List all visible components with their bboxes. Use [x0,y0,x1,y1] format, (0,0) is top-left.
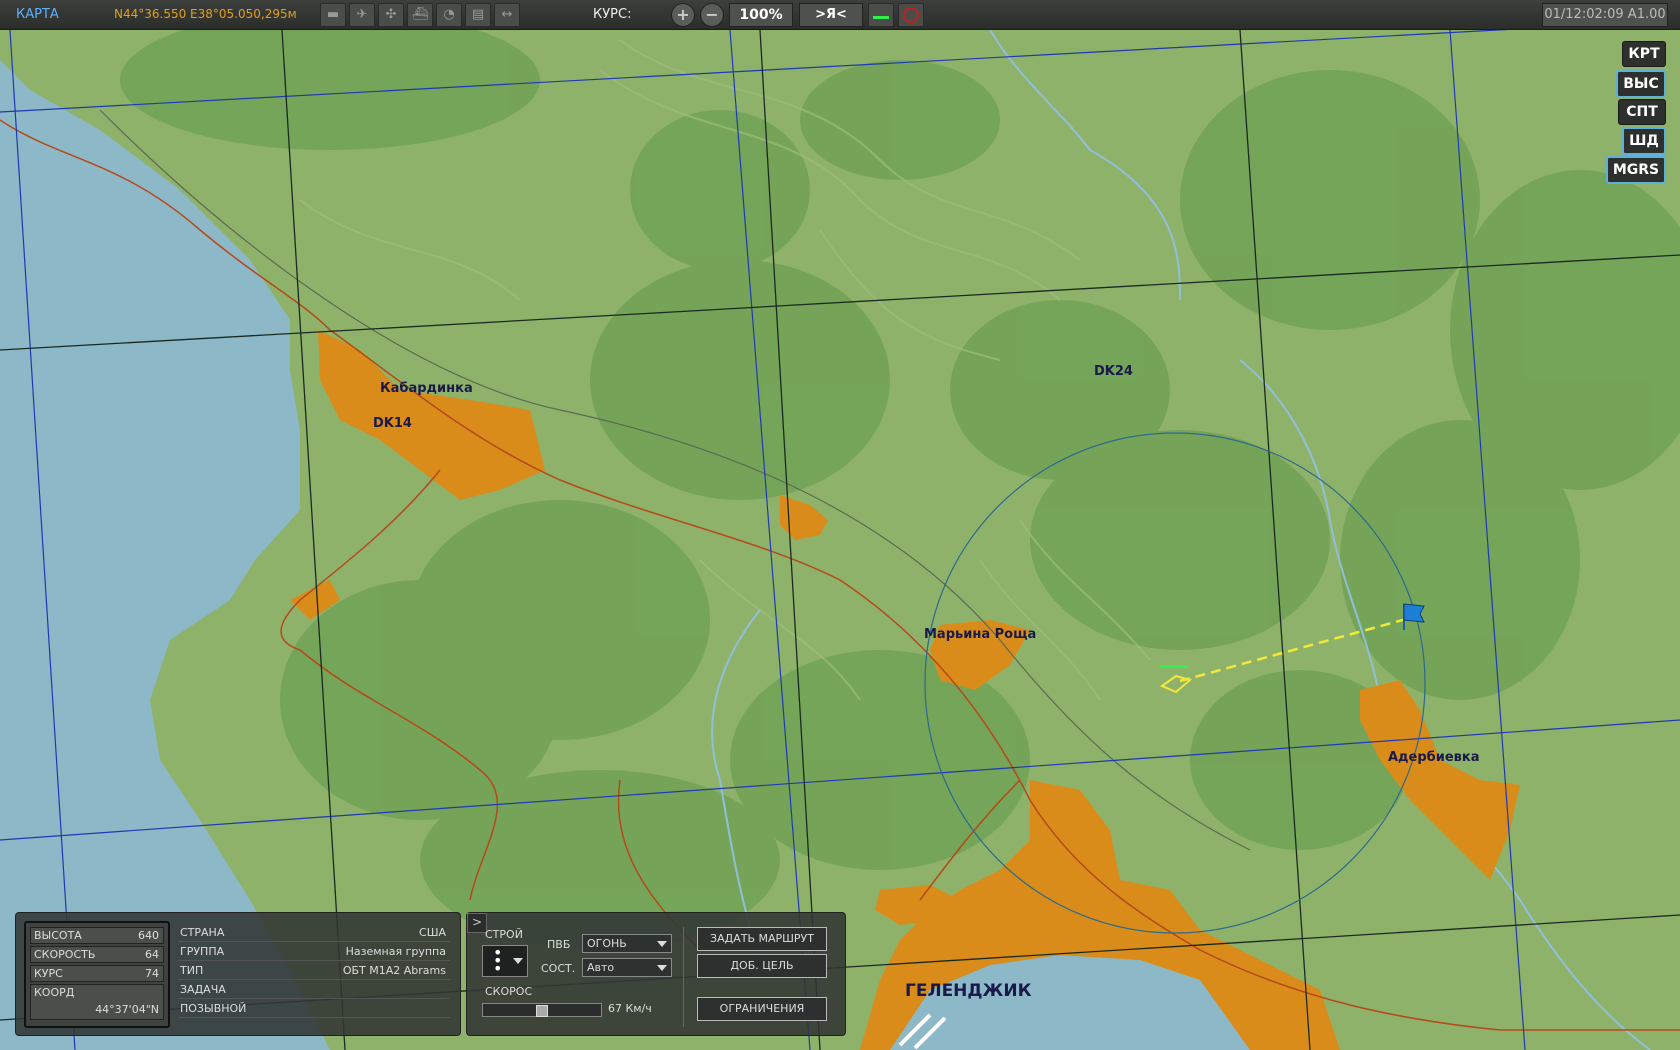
coord-value: 44°37'04"N [95,1003,159,1016]
stat-altitude: ВЫСОТА 640 [30,927,164,944]
speed-label: СКОРОС [485,985,533,998]
add-target-button[interactable]: ДОБ. ЦЕЛЬ [697,954,827,978]
cursor-coordinates: N44°36.550 E38°05.050,295м [114,7,297,21]
roe-value: ОГОНЬ [587,937,627,950]
map-mode-button[interactable]: КРТ [1622,41,1666,67]
formation-column-icon: • • • [493,943,503,978]
town-label-aderbievka: Адербиевка [1388,750,1480,765]
info-callsign: ПОЗЫВНОЙ [178,1001,450,1018]
formation-select[interactable]: • • • [482,945,528,977]
zoom-level[interactable]: 100% [729,3,793,27]
center-on-self-button[interactable]: >Я< [799,3,863,27]
stat-value: 64 [145,948,159,961]
speed-slider-thumb[interactable] [536,1005,548,1017]
message-icon[interactable]: ▤ [465,3,491,27]
top-toolbar: КАРТА N44°36.550 E38°05.050,295м ▬ ✈ ✣ ⛴… [0,0,1680,30]
info-label: ГРУППА [180,945,225,958]
info-value: ОБТ M1A2 Abrams [342,964,446,977]
divider [683,927,684,1027]
tank-icon[interactable]: ▬ [320,3,346,27]
chevron-down-icon [513,958,523,964]
state-select[interactable]: Авто [582,958,672,977]
plane-icon[interactable]: ✈ [349,3,375,27]
mode-label[interactable]: КАРТА [16,7,59,22]
stat-label: ВЫСОТА [34,929,82,942]
town-label-kabardinka: Кабардинка [380,381,473,396]
grid-label-dk14: DK14 [373,416,412,431]
info-label: ПОЗЫВНОЙ [180,1002,247,1015]
limits-button[interactable]: ОГРАНИЧЕНИЯ [697,997,827,1021]
info-task: ЗАДАЧА [178,982,450,999]
panel-toggle-button[interactable]: > [467,913,487,933]
stat-speed: СКОРОСТЬ 64 [30,946,164,963]
radar-icon[interactable]: ◔ [436,3,462,27]
info-label: ЗАДАЧА [180,983,226,996]
chevron-down-icon [657,941,667,947]
stat-value: 640 [138,929,159,942]
state-value: Авто [587,961,615,974]
ship-icon[interactable]: ⛴ [407,3,433,27]
info-country: СТРАНА США [178,925,450,942]
zoom-out-icon[interactable]: − [700,3,724,27]
stop-icon[interactable] [898,3,924,27]
stat-heading: КУРС 74 [30,965,164,982]
stat-label: КУРС [34,967,63,980]
ruler-icon[interactable]: ↔ [494,3,520,27]
map-canvas[interactable] [0,0,1680,1050]
grid-label-dk24: DK24 [1094,364,1133,379]
mission-time: 01/12:02:09 A1.00 [1542,3,1668,27]
state-label: СОСТ. [541,962,576,975]
info-type: ТИП ОБТ M1A2 Abrams [178,963,450,980]
set-route-button[interactable]: ЗАДАТЬ МАРШРУТ [697,927,827,951]
stat-label: СКОРОСТЬ [34,948,96,961]
altitude-layer-button[interactable]: ВЫС [1616,70,1666,98]
latlon-grid-button[interactable]: ШД [1622,127,1666,155]
unit-info-panel: ВЫСОТА 640 СКОРОСТЬ 64 КУРС 74 КООРД 44°… [15,912,461,1036]
town-label-maryina-roshcha: Марьина Роща [924,627,1037,642]
layer-toggle-icon[interactable] [868,3,894,27]
city-label-gelendzhik: ГЕЛЕНДЖИК [905,981,1032,1001]
course-label: КУРС: [593,7,632,22]
roe-select[interactable]: ОГОНЬ [582,934,672,953]
zoom-in-icon[interactable]: + [671,3,695,27]
roe-label: ПВБ [547,938,571,951]
stat-value: 74 [145,967,159,980]
coord-label: КООРД [34,986,75,999]
info-value: США [419,926,446,939]
chevron-down-icon [657,965,667,971]
unit-stats-box: ВЫСОТА 640 СКОРОСТЬ 64 КУРС 74 КООРД 44°… [24,921,170,1028]
satellite-layer-button[interactable]: СПТ [1618,99,1666,125]
info-label: ТИП [180,964,204,977]
speed-slider[interactable] [482,1003,602,1017]
info-group: ГРУППА Наземная группа [178,944,450,961]
info-value: Наземная группа [345,945,446,958]
speed-value: 67 Км/ч [608,1002,652,1015]
formation-label: СТРОЙ [485,928,523,941]
info-label: СТРАНА [180,926,225,939]
helicopter-icon[interactable]: ✣ [378,3,404,27]
stat-coordinates: КООРД 44°37'04"N [30,984,164,1020]
mgrs-grid-button[interactable]: MGRS [1606,156,1666,184]
